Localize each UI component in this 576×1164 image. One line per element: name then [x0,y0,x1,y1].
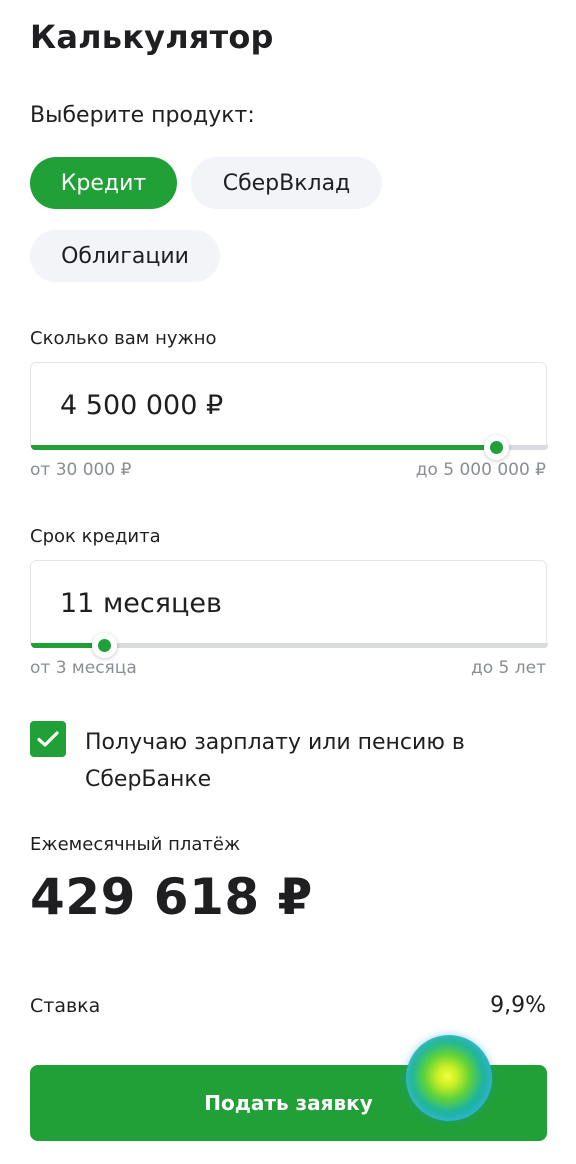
amount-min-label: от 30 000 ₽ [30,460,132,480]
salary-checkbox[interactable] [30,721,66,757]
rate-label: Ставка [30,995,101,1017]
check-icon [37,731,59,747]
term-slider-handle[interactable] [91,633,117,658]
amount-slider-handle[interactable] [483,435,509,460]
amount-max-label: до 5 000 000 ₽ [415,460,546,480]
term-label: Срок кредита [30,526,161,547]
term-value[interactable]: 11 месяцев [60,588,222,619]
term-max-label: до 5 лет [470,658,546,678]
term-slider-track[interactable] [31,633,548,658]
rate-value: 9,9% [490,993,546,1018]
amount-slider-track[interactable] [31,435,548,460]
assistant-orb-icon[interactable] [406,1035,492,1121]
amount-field[interactable]: 4 500 000 ₽ [30,362,548,460]
product-label: Выберите продукт: [30,103,255,128]
monthly-payment-value: 429 618 ₽ [30,868,313,926]
term-field[interactable]: 11 месяцев [30,560,548,658]
amount-value[interactable]: 4 500 000 ₽ [60,390,223,421]
amount-slider-handle-dot [489,441,503,454]
salary-checkbox-label[interactable]: Получаю зарплату или пенсию в СберБанке [85,724,505,798]
term-min-label: от 3 месяца [30,658,137,678]
amount-slider-fill [31,445,496,450]
product-chip-credit[interactable]: Кредит [30,157,177,209]
product-chip-sberdeposit[interactable]: СберВклад [191,157,382,209]
amount-label: Сколько вам нужно [30,328,217,349]
term-slider-handle-dot [97,639,111,652]
monthly-payment-label: Ежемесячный платёж [30,834,241,855]
page-title: Калькулятор [30,18,274,56]
product-chip-bonds[interactable]: Облигации [30,230,220,282]
